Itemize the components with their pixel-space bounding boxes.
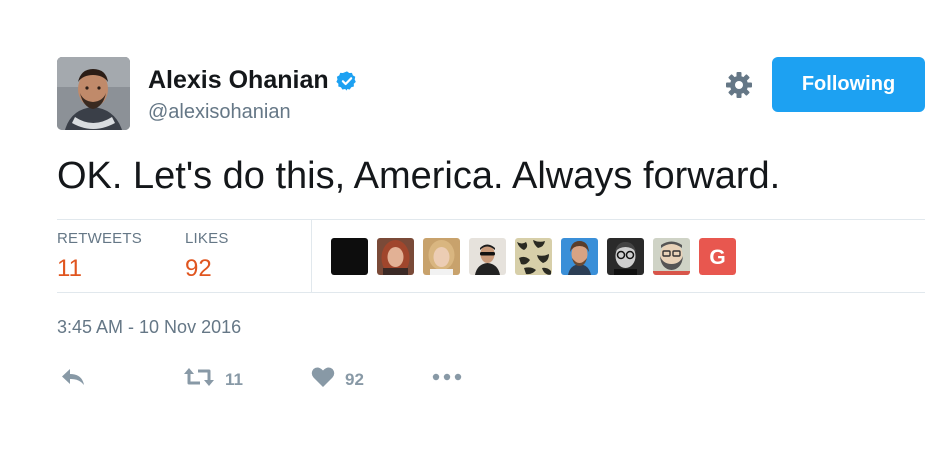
reply-button[interactable]: [60, 366, 86, 393]
svg-text:G: G: [709, 246, 725, 269]
author-handle[interactable]: @alexisohanian: [148, 101, 291, 124]
liker-avatar-woman-red-hair[interactable]: [377, 238, 414, 275]
author-name-row[interactable]: Alexis Ohanian: [148, 66, 358, 95]
retweet-count: 11: [225, 369, 243, 389]
author-avatar[interactable]: [57, 57, 130, 130]
retweets-label: RETWEETS: [57, 230, 142, 247]
likes-stat[interactable]: LIKES 92: [185, 230, 229, 283]
liker-avatar-black[interactable]: [331, 238, 368, 275]
likers-avatars: G: [331, 238, 736, 275]
heart-icon: [311, 366, 335, 393]
liker-avatar-pattern[interactable]: [515, 238, 552, 275]
more-icon: [431, 366, 463, 393]
tweet-timestamp[interactable]: 3:45 AM - 10 Nov 2016: [57, 317, 241, 338]
liker-avatar-bearded-cartoon[interactable]: [653, 238, 690, 275]
more-button[interactable]: [431, 366, 463, 393]
stats-top-divider: [57, 219, 925, 220]
likes-label: LIKES: [185, 230, 229, 247]
retweets-value: 11: [57, 255, 82, 282]
retweet-icon: [183, 366, 215, 393]
like-count: 92: [345, 369, 364, 389]
like-button[interactable]: 92: [311, 366, 364, 393]
liker-avatar-g-letter[interactable]: G: [699, 238, 736, 275]
verified-badge-icon: [335, 70, 358, 92]
liker-avatar-man-blue-bg[interactable]: [561, 238, 598, 275]
stats-separator: [311, 219, 312, 292]
retweets-stat[interactable]: RETWEETS 11: [57, 230, 142, 283]
gear-icon[interactable]: [723, 69, 755, 101]
reply-icon: [60, 366, 86, 393]
tweet-text: OK. Let's do this, America. Always forwa…: [57, 155, 781, 197]
stats-bottom-divider: [57, 292, 925, 293]
likes-value: 92: [185, 255, 212, 282]
liker-avatar-man-sunglasses[interactable]: [469, 238, 506, 275]
following-button[interactable]: Following: [772, 57, 925, 112]
author-name[interactable]: Alexis Ohanian: [148, 66, 329, 95]
retweet-button[interactable]: 11: [183, 366, 243, 393]
liker-avatar-man-glasses-bw[interactable]: [607, 238, 644, 275]
liker-avatar-woman-blonde[interactable]: [423, 238, 460, 275]
